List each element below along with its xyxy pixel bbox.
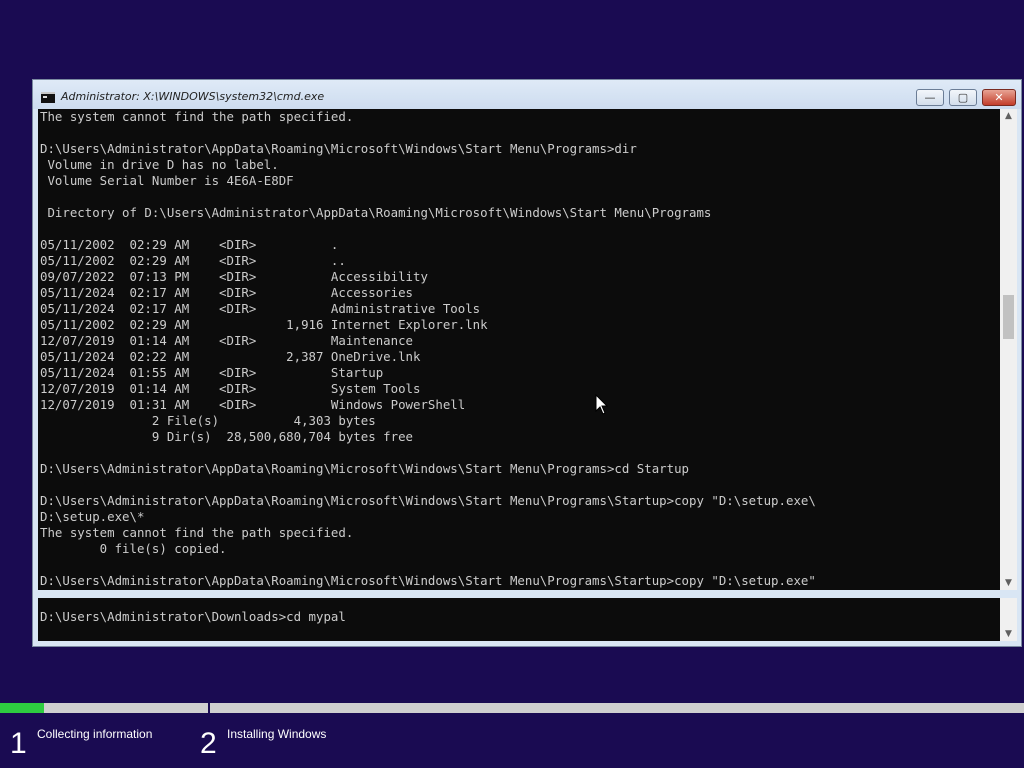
minimize-button[interactable]: — <box>916 89 944 106</box>
maximize-button[interactable]: ▢ <box>949 89 977 106</box>
step-divider <box>208 700 210 713</box>
setup-progress-bar <box>0 700 1024 713</box>
console-pane-bottom[interactable]: D:\Users\Administrator\Downloads>cd mypa… <box>38 598 1000 641</box>
window-title: Administrator: X:\WINDOWS\system32\cmd.e… <box>61 90 325 103</box>
vertical-scrollbar-top[interactable]: ▲ ▼ <box>1000 109 1017 590</box>
scroll-down-arrow-icon[interactable]: ▼ <box>1000 627 1017 641</box>
scroll-up-arrow-icon[interactable]: ▲ <box>1000 109 1017 123</box>
step-label: Installing Windows <box>227 727 327 741</box>
step-number: 2 <box>200 727 217 760</box>
setup-progress-fill <box>0 703 45 713</box>
close-button[interactable]: ✕ <box>982 89 1016 106</box>
scrollbar-thumb[interactable] <box>1003 294 1014 339</box>
console-pane-top[interactable]: The system cannot find the path specifie… <box>38 109 1000 590</box>
scroll-down-arrow-icon[interactable]: ▼ <box>1000 576 1017 590</box>
step-number: 1 <box>10 727 27 760</box>
title-bar[interactable]: Administrator: X:\WINDOWS\system32\cmd.e… <box>33 80 1021 109</box>
console-output-top[interactable]: The system cannot find the path specifie… <box>40 109 816 589</box>
vertical-scrollbar-bottom[interactable]: ▼ <box>1000 598 1017 641</box>
cmd-window[interactable]: Administrator: X:\WINDOWS\system32\cmd.e… <box>32 79 1022 647</box>
console-output-bottom[interactable]: D:\Users\Administrator\Downloads>cd mypa… <box>40 609 346 625</box>
mouse-pointer-icon <box>595 394 609 415</box>
cmd-app-icon <box>41 92 55 103</box>
step-label: Collecting information <box>37 727 153 741</box>
